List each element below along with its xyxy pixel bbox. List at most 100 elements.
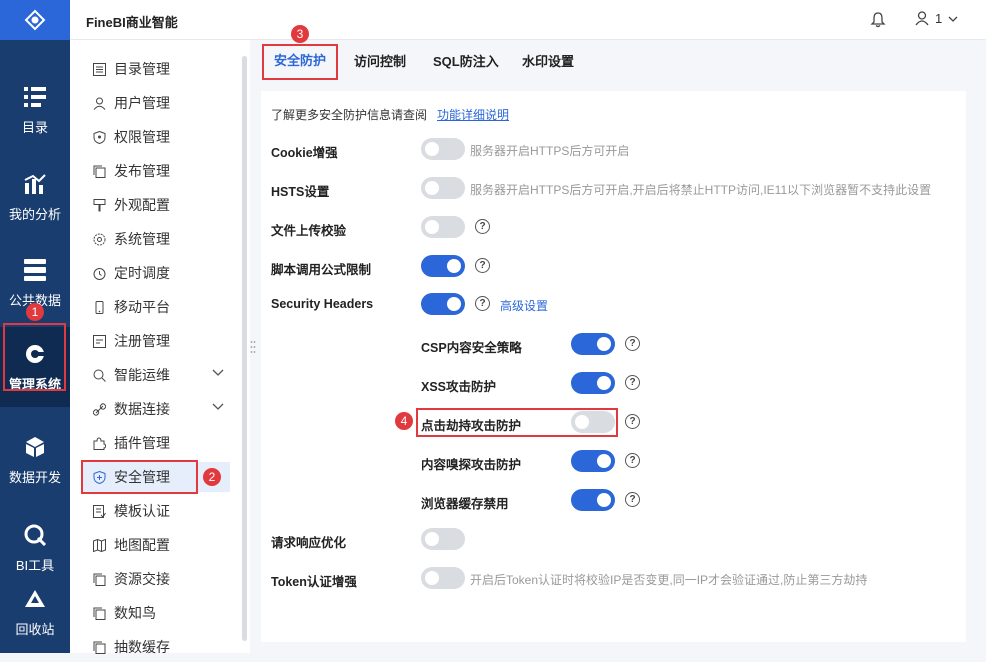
menu-item-system[interactable]: 系统管理 — [82, 224, 230, 254]
help-icon[interactable]: ? — [475, 219, 490, 234]
drag-handle-icon[interactable] — [250, 340, 256, 354]
step-badge-1: 1 — [26, 303, 44, 321]
menu-item-mobile[interactable]: 移动平台 — [82, 292, 230, 322]
browser-cache-label: 浏览器缓存禁用 — [421, 497, 509, 511]
advanced-settings-link[interactable]: 高级设置 — [500, 297, 548, 314]
hsts-toggle[interactable] — [421, 177, 465, 199]
copy-icon — [92, 606, 106, 620]
menu-item-ops[interactable]: 智能运维 — [82, 360, 230, 390]
recycle-icon — [23, 587, 47, 611]
menu-item-map[interactable]: 地图配置 — [82, 530, 230, 560]
user-icon — [915, 11, 929, 26]
menu-item-label: 系统管理 — [114, 231, 170, 247]
content-sniff-toggle[interactable] — [571, 450, 615, 472]
bell-icon[interactable] — [870, 12, 886, 28]
phone-icon — [92, 300, 106, 314]
menu-item-extract-cache[interactable]: 抽数缓存 — [82, 632, 230, 662]
puzzle-icon — [92, 436, 106, 450]
menu-item-shuzhiniao[interactable]: 数知鸟 — [82, 598, 230, 628]
help-icon[interactable]: ? — [625, 414, 640, 429]
tool-icon — [23, 523, 47, 547]
step-badge-3: 3 — [291, 25, 309, 43]
highlight-box-3 — [262, 44, 338, 80]
user-icon — [92, 96, 106, 110]
nav-data-dev[interactable]: 数据开发 — [0, 420, 70, 500]
help-icon[interactable]: ? — [625, 453, 640, 468]
help-icon[interactable]: ? — [625, 492, 640, 507]
nav-label: 目录 — [21, 119, 48, 135]
highlight-box-2 — [81, 460, 198, 494]
copy-icon — [92, 572, 106, 586]
tab-access-control[interactable]: 访问控制 — [354, 40, 406, 80]
content-sniff-label: 内容嗅探攻击防护 — [421, 458, 522, 472]
browser-cache-toggle[interactable] — [571, 489, 615, 511]
menu-item-label: 数据连接 — [114, 401, 170, 417]
csp-label: CSP内容安全策略 — [421, 341, 522, 355]
menu-item-template-cert[interactable]: 模板认证 — [82, 496, 230, 526]
settings-panel: 了解更多安全防护信息请查阅 功能详细说明 Cookie增强 服务器开启HTTPS… — [261, 91, 966, 642]
tab-sql-injection[interactable]: SQL防注入 — [433, 40, 499, 80]
menu-item-label: 移动平台 — [114, 299, 170, 315]
response-optimize-toggle[interactable] — [421, 528, 465, 550]
menu-item-plugins[interactable]: 插件管理 — [82, 428, 230, 458]
script-formula-label: 脚本调用公式限制 — [271, 263, 372, 277]
menu-item-label: 注册管理 — [114, 333, 170, 349]
menu-item-permissions[interactable]: 权限管理 — [82, 122, 230, 152]
menu-item-publish[interactable]: 发布管理 — [82, 156, 230, 186]
menu-item-users[interactable]: 用户管理 — [82, 88, 230, 118]
step-badge-4: 4 — [395, 412, 413, 430]
menu-item-label: 智能运维 — [114, 367, 170, 383]
help-icon[interactable]: ? — [475, 258, 490, 273]
register-icon — [92, 334, 106, 348]
menu-item-label: 外观配置 — [114, 197, 170, 213]
cookie-toggle[interactable] — [421, 138, 465, 160]
nav-label: 数据开发 — [8, 469, 61, 485]
menu-item-label: 模板认证 — [114, 503, 170, 519]
intro-row: 了解更多安全防护信息请查阅 功能详细说明 — [271, 106, 509, 123]
nav-recycle-bin[interactable]: 回收站 — [0, 572, 70, 652]
security-headers-label: Security Headers — [271, 297, 374, 311]
user-name: 1 — [935, 11, 943, 26]
menu-item-appearance[interactable]: 外观配置 — [82, 190, 230, 220]
token-auth-toggle[interactable] — [421, 567, 465, 589]
menu-item-label: 权限管理 — [114, 129, 170, 145]
logo[interactable] — [0, 0, 70, 40]
help-icon[interactable]: ? — [475, 296, 490, 311]
csp-toggle[interactable] — [571, 333, 615, 355]
copy-icon — [92, 640, 106, 654]
security-headers-toggle[interactable] — [421, 293, 465, 315]
script-formula-toggle[interactable] — [421, 255, 465, 277]
chevron-down-icon — [948, 16, 958, 22]
timer-icon — [92, 266, 106, 280]
help-icon[interactable]: ? — [625, 375, 640, 390]
cube-icon — [23, 435, 47, 459]
xss-toggle[interactable] — [571, 372, 615, 394]
chevron-down-icon — [212, 369, 224, 376]
help-icon[interactable]: ? — [625, 336, 640, 351]
catalog-icon — [23, 85, 47, 109]
list-icon — [92, 62, 106, 76]
nav-catalog[interactable]: 目录 — [0, 70, 70, 150]
nav-label: 我的分析 — [8, 206, 61, 222]
menu-item-connections[interactable]: 数据连接 — [82, 394, 230, 424]
nav-my-analysis[interactable]: 我的分析 — [0, 157, 70, 237]
menu-item-catalog[interactable]: 目录管理 — [82, 54, 230, 84]
menu-scrollbar[interactable] — [242, 56, 247, 641]
menu-item-label: 用户管理 — [114, 95, 170, 111]
intro-text: 了解更多安全防护信息请查阅 — [271, 108, 428, 122]
menu-item-handover[interactable]: 资源交接 — [82, 564, 230, 594]
xss-label: XSS攻击防护 — [421, 380, 497, 394]
upload-check-label: 文件上传校验 — [271, 224, 347, 238]
feature-doc-link[interactable]: 功能详细说明 — [437, 106, 509, 123]
menu-item-label: 资源交接 — [114, 571, 170, 587]
user-menu[interactable]: 1 — [915, 11, 958, 26]
brush-icon — [92, 198, 106, 212]
menu-item-register[interactable]: 注册管理 — [82, 326, 230, 356]
upload-check-toggle[interactable] — [421, 216, 465, 238]
menu-item-schedule[interactable]: 定时调度 — [82, 258, 230, 288]
token-auth-label: Token认证增强 — [271, 575, 357, 589]
nav-label: BI工具 — [15, 557, 55, 573]
tab-watermark[interactable]: 水印设置 — [522, 40, 574, 80]
tab-bar: 安全防护 访问控制 SQL防注入 水印设置 — [256, 40, 986, 80]
hsts-label: HSTS设置 — [271, 185, 330, 199]
